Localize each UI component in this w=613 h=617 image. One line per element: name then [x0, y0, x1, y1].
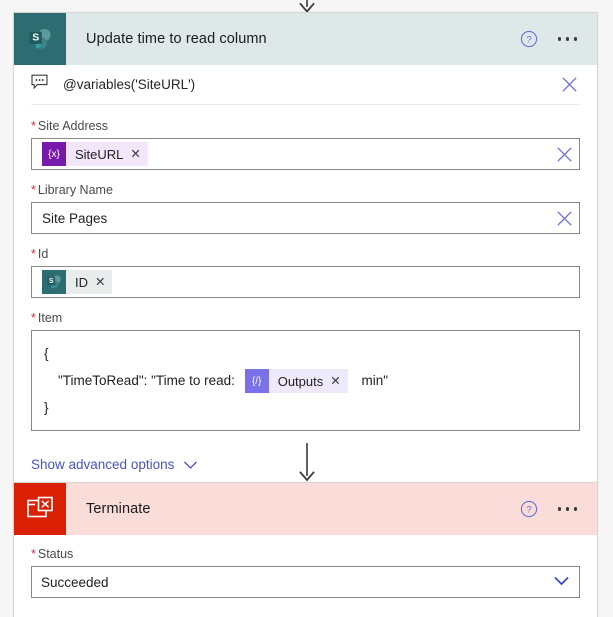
site-address-clear-icon[interactable]: [553, 143, 575, 165]
required-asterisk: *: [31, 183, 36, 197]
sharepoint-icon: S: [14, 13, 66, 65]
show-advanced-options-label: Show advanced options: [31, 457, 175, 472]
library-name-value: Site Pages: [42, 210, 108, 226]
chevron-down-icon[interactable]: [553, 573, 570, 591]
svg-text:?: ?: [526, 35, 531, 46]
field-library-name: * Library Name Site Pages: [31, 183, 580, 234]
card-header[interactable]: Terminate ?: [14, 483, 597, 535]
card-terminate[interactable]: Terminate ? * Status Succeeded: [13, 482, 598, 617]
card-header-actions: ?: [520, 30, 598, 48]
token-remove-icon[interactable]: ✕: [130, 148, 140, 161]
comment-icon: [31, 74, 49, 95]
token-remove-icon[interactable]: ✕: [330, 375, 340, 388]
chevron-down-icon: [183, 460, 198, 470]
code-line-close: }: [44, 400, 49, 415]
ellipsis-icon[interactable]: [556, 31, 580, 47]
field-item: * Item { "TimeToRead": "Time to read: {/}…: [31, 311, 580, 431]
code-line-open: {: [44, 346, 49, 361]
card-title: Update time to read column: [86, 31, 267, 47]
card-update-time-to-read-column[interactable]: S Update time to read column ? @variable…: [13, 12, 598, 489]
required-asterisk: *: [31, 311, 36, 325]
required-asterisk: *: [31, 547, 36, 561]
field-status: * Status Succeeded: [31, 547, 580, 598]
token-label: SiteURL: [75, 146, 124, 162]
status-value: Succeeded: [41, 574, 109, 590]
site-address-input[interactable]: {x} SiteURL ✕: [31, 138, 580, 170]
terminate-icon: [14, 483, 66, 535]
svg-text:?: ?: [526, 505, 531, 516]
variable-icon: {x}: [42, 142, 66, 166]
card-header[interactable]: S Update time to read column ?: [14, 13, 597, 65]
code-line-property: "TimeToRead": "Time to read: {/} Outputs…: [44, 367, 569, 394]
svg-text:S: S: [49, 278, 54, 285]
library-name-input[interactable]: Site Pages: [31, 202, 580, 234]
note-text: @variables('SiteURL'): [63, 77, 196, 92]
ellipsis-icon[interactable]: [556, 501, 580, 517]
id-input[interactable]: S ID ✕: [31, 266, 580, 298]
field-id: * Id S ID ✕: [31, 247, 580, 298]
code-suffix: min": [361, 373, 389, 388]
note-close-icon[interactable]: [558, 74, 580, 96]
token-remove-icon[interactable]: ✕: [95, 276, 105, 289]
note-row: @variables('SiteURL'): [31, 65, 580, 105]
library-name-clear-icon[interactable]: [553, 207, 575, 229]
card-body: * Status Succeeded: [14, 535, 597, 617]
card-body: @variables('SiteURL') *Site Address {x}: [14, 65, 597, 488]
item-code-editor[interactable]: { "TimeToRead": "Time to read: {/} Outpu…: [31, 330, 580, 431]
required-asterisk: *: [31, 247, 36, 261]
field-label-site-address: * Site Address: [31, 119, 109, 133]
token-label: Outputs: [277, 373, 324, 389]
status-select[interactable]: Succeeded: [31, 566, 580, 598]
svg-text:S: S: [32, 32, 39, 44]
sharepoint-icon: S: [42, 270, 66, 294]
flow-designer-canvas: S Update time to read column ? @variable…: [0, 0, 613, 617]
token-siteurl[interactable]: {x} SiteURL ✕: [42, 142, 148, 166]
field-site-address: * Site Address {x} SiteURL ✕: [31, 119, 580, 170]
field-label-item: * Item: [31, 311, 63, 325]
token-id[interactable]: S ID ✕: [42, 270, 113, 294]
help-circle-icon[interactable]: ?: [520, 30, 538, 48]
token-outputs[interactable]: {/} Outputs ✕: [244, 369, 348, 394]
required-asterisk: *: [31, 119, 36, 133]
code-prefix: "TimeToRead": "Time to read:: [58, 373, 235, 388]
field-label-id: * Id: [31, 247, 49, 261]
field-label-status: * Status: [31, 547, 74, 561]
compose-icon: {/}: [244, 369, 269, 394]
card-title: Terminate: [86, 501, 151, 517]
field-label-library-name: * Library Name: [31, 183, 113, 197]
card-header-actions: ?: [520, 500, 598, 518]
show-advanced-options-button[interactable]: Show advanced options: [31, 444, 580, 474]
help-circle-icon[interactable]: ?: [520, 500, 538, 518]
token-label: ID: [75, 274, 88, 290]
